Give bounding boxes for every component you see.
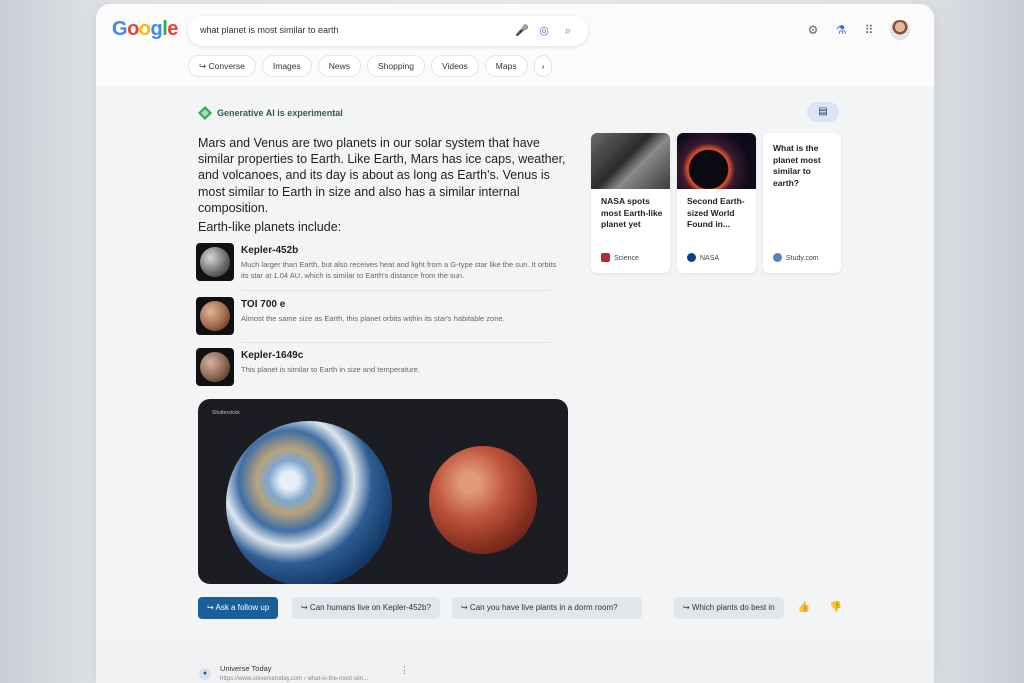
planet-thumbnail [196, 243, 234, 281]
search-box[interactable]: what planet is most similar to earth 🎤 ◎… [188, 16, 588, 46]
search-icon[interactable]: ⌕ [560, 23, 576, 39]
planet-description: Almost the same size as Earth, this plan… [241, 314, 505, 323]
labs-icon[interactable]: ⚗ [832, 21, 850, 39]
followup-bar: ↪ Ask a follow up ↪ Can humans live on K… [198, 597, 858, 621]
thumbs-down-icon[interactable]: 👎 [828, 600, 844, 616]
settings-icon[interactable]: ⚙ [804, 21, 822, 39]
study-logo-icon [773, 253, 782, 262]
followup-chip-plants-dorm[interactable]: ↪ Can you have live plants in a dorm roo… [452, 597, 642, 619]
mars-image [429, 446, 537, 554]
image-credit: Shutterstock [212, 410, 240, 416]
planet-thumbnail [196, 348, 234, 386]
science-logo-icon [601, 253, 610, 262]
generative-ai-badge: Generative AI is experimental [217, 108, 343, 118]
lens-icon[interactable]: ◎ [536, 23, 552, 39]
apps-icon[interactable]: ⠿ [860, 21, 878, 39]
thumbs-up-icon[interactable]: 👍 [796, 600, 812, 616]
card-source: Study.com [773, 253, 819, 262]
result-site-name[interactable]: Universe Today [220, 664, 272, 673]
universe-today-favicon: ● [199, 668, 211, 680]
planet-item-toi-700-e[interactable]: TOI 700 e Almost the same size as Earth,… [196, 297, 556, 337]
tab-converse[interactable]: ↪ Converse [188, 55, 256, 77]
card-title: NASA spots most Earth-like planet yet [601, 196, 663, 229]
nasa-logo-icon [687, 253, 696, 262]
ask-follow-up-button[interactable]: ↪ Ask a follow up [198, 597, 279, 619]
source-card-nasa[interactable]: Second Earth-sized World Found in... NAS… [677, 133, 756, 273]
planet-name: Kepler-1649c [241, 350, 304, 361]
generative-ai-icon [198, 106, 212, 120]
source-card-science[interactable]: NASA spots most Earth-like planet yet Sc… [591, 133, 670, 273]
avatar[interactable] [890, 20, 910, 40]
tab-maps[interactable]: Maps [484, 55, 528, 77]
search-tabs: ↪ Converse Images News Shopping Videos M… [188, 55, 553, 77]
tab-videos[interactable]: Videos [430, 55, 479, 77]
tab-news[interactable]: News [317, 55, 362, 77]
card-image [677, 133, 756, 189]
card-title: Second Earth-sized World Found in... [687, 196, 745, 229]
browser-screen: Google what planet is most similar to ea… [96, 4, 934, 683]
card-source: NASA [687, 253, 719, 262]
divider [241, 342, 551, 343]
result-url[interactable]: https://www.universetoday.com › what-is-… [220, 676, 368, 682]
planet-item-kepler-1649c[interactable]: Kepler-1649c This planet is similar to E… [196, 348, 556, 388]
tab-shopping[interactable]: Shopping [367, 55, 425, 77]
card-image [591, 133, 670, 189]
divider [241, 290, 551, 291]
earth-image [226, 421, 392, 584]
more-options-icon[interactable]: ⋮ [400, 665, 409, 676]
planet-description: Much larger than Earth, but also receive… [241, 260, 557, 280]
planet-name: TOI 700 e [241, 299, 286, 310]
search-query[interactable]: what planet is most similar to earth [200, 25, 339, 35]
earth-mars-image[interactable]: Shutterstock [198, 399, 568, 584]
search-header: Google what planet is most similar to ea… [96, 4, 934, 86]
tab-images[interactable]: Images [261, 55, 312, 77]
google-logo[interactable]: Google [112, 18, 178, 41]
earth-like-subheading: Earth-like planets include: [198, 220, 342, 234]
tabs-more-button[interactable]: › [533, 55, 553, 77]
planet-item-kepler-452b[interactable]: Kepler-452b Much larger than Earth, but … [196, 243, 556, 283]
followup-chip-plants[interactable]: ↪ Which plants do best in [674, 597, 784, 619]
source-card-study[interactable]: What is the planet most similar to earth… [763, 133, 841, 273]
ai-summary: Mars and Venus are two planets in our so… [198, 136, 566, 215]
layout-toggle-button[interactable]: ▤ [807, 102, 839, 122]
planet-description: This planet is similar to Earth in size … [241, 365, 420, 374]
layout-icon: ▤ [818, 106, 828, 117]
followup-chip-kepler[interactable]: ↪ Can humans live on Kepler-452b? [292, 597, 440, 619]
card-title: What is the planet most similar to earth… [773, 143, 821, 188]
planet-thumbnail [196, 297, 234, 335]
planet-name: Kepler-452b [241, 245, 299, 256]
mic-icon[interactable]: 🎤 [514, 23, 530, 39]
card-source: Science [601, 253, 639, 262]
